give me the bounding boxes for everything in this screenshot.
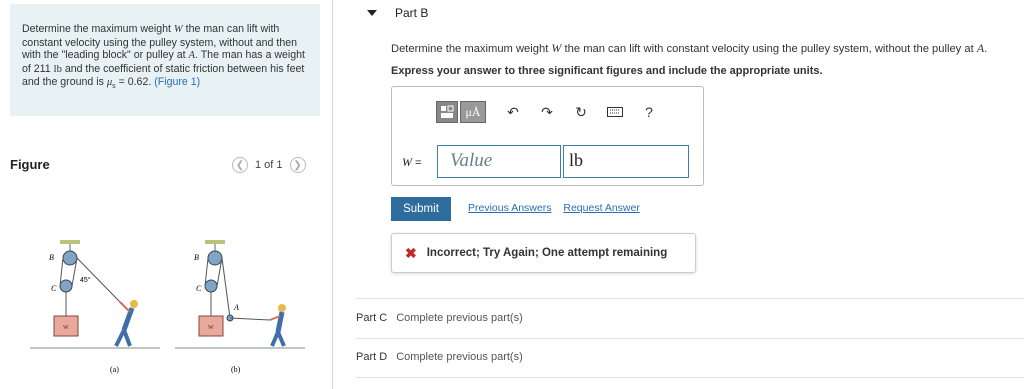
answer-label: W = bbox=[402, 155, 421, 170]
man-head-a bbox=[130, 300, 138, 308]
pulley-b-b bbox=[207, 250, 223, 266]
answer-eq: = bbox=[412, 157, 422, 169]
undo-icon[interactable]: ↶ bbox=[504, 104, 522, 121]
man-leg2-b bbox=[276, 331, 286, 347]
question-text: the man can lift with constant velocity … bbox=[561, 43, 977, 55]
part-b-question: Determine the maximum weight W the man c… bbox=[391, 41, 987, 56]
label-b-b: B bbox=[194, 253, 199, 262]
units-label: μÅ bbox=[465, 104, 481, 119]
right-panel: Part B Determine the maximum weight W th… bbox=[333, 0, 1024, 389]
feedback-text: Incorrect; Try Again; One attempt remain… bbox=[426, 247, 668, 259]
ceiling-mount-a bbox=[60, 240, 80, 244]
label-a-caption: (a) bbox=[110, 365, 119, 374]
incorrect-x-icon: ✖ bbox=[405, 244, 417, 261]
part-d-label: Part D bbox=[356, 351, 388, 363]
figure-b: W B C A (b) bbox=[194, 240, 286, 374]
templates-icon bbox=[441, 105, 454, 118]
figure-a: W B C 45° (a) bbox=[49, 240, 138, 374]
previous-answers-link[interactable]: Previous Answers bbox=[468, 202, 551, 214]
redo-icon[interactable]: ↷ bbox=[538, 104, 556, 121]
figure-pager: ❮ 1 of 1 ❯ bbox=[232, 157, 306, 173]
units-button[interactable]: μÅ bbox=[460, 101, 486, 123]
pulley-figure: W B C 45° (a) W B C A (b) bbox=[30, 240, 305, 374]
part-c-status: Complete previous part(s) bbox=[396, 312, 523, 324]
left-panel: Determine the maximum weight W the man c… bbox=[0, 0, 333, 389]
man-head-b bbox=[278, 304, 286, 312]
part-c-row[interactable]: Part C Complete previous part(s) bbox=[356, 312, 523, 324]
templates-button[interactable] bbox=[436, 101, 458, 123]
answer-box: μÅ ↶ ↷ ↻ ? W = Value lb bbox=[391, 86, 704, 186]
pager-text: 1 of 1 bbox=[255, 159, 283, 171]
question-text: Determine the maximum weight bbox=[391, 43, 552, 55]
part-d-row[interactable]: Part D Complete previous part(s) bbox=[356, 351, 523, 363]
label-a-b: A bbox=[233, 303, 239, 312]
figure-link[interactable]: (Figure 1) bbox=[154, 76, 200, 88]
part-b-title: Part B bbox=[395, 6, 429, 20]
ceiling-mount-b bbox=[205, 240, 225, 244]
chevron-left-icon: ❮ bbox=[235, 159, 245, 171]
rope-b4 bbox=[229, 317, 271, 321]
submit-button[interactable]: Submit bbox=[391, 197, 451, 221]
problem-text: Determine the maximum weight bbox=[22, 23, 174, 35]
man-leg2-a bbox=[122, 329, 132, 347]
label-c-b: C bbox=[196, 284, 202, 293]
request-answer-link[interactable]: Request Answer bbox=[563, 202, 639, 214]
collapse-triangle-icon bbox=[367, 10, 377, 16]
pulley-c-b bbox=[204, 279, 218, 293]
keyboard-icon[interactable] bbox=[606, 104, 624, 120]
man-arm-a bbox=[119, 301, 131, 313]
divider bbox=[355, 377, 1024, 378]
pulley-c-a bbox=[59, 279, 73, 293]
part-c-label: Part C bbox=[356, 312, 388, 324]
problem-statement: Determine the maximum weight W the man c… bbox=[10, 4, 320, 116]
answer-links: Previous Answers Request Answer bbox=[468, 202, 649, 214]
divider bbox=[355, 298, 1024, 299]
next-figure-button[interactable]: ❯ bbox=[289, 157, 306, 173]
label-b-a: B bbox=[49, 253, 54, 262]
divider bbox=[355, 338, 1024, 339]
part-d-status: Complete previous part(s) bbox=[396, 351, 523, 363]
label-w-a: W bbox=[63, 325, 69, 331]
reset-icon[interactable]: ↻ bbox=[572, 104, 590, 121]
feedback-box: ✖ Incorrect; Try Again; One attempt rema… bbox=[391, 233, 696, 273]
unit-input[interactable]: lb bbox=[563, 145, 689, 178]
instructions: Express your answer to three significant… bbox=[391, 65, 823, 77]
value-input[interactable]: Value bbox=[437, 145, 561, 178]
rope-b3 bbox=[221, 257, 231, 319]
question-var-w: W bbox=[551, 41, 562, 55]
figure-title: Figure bbox=[10, 157, 50, 172]
problem-text: = 0.62. bbox=[115, 76, 155, 88]
label-b-caption: (b) bbox=[231, 365, 241, 374]
part-b-header[interactable]: Part B bbox=[367, 6, 428, 20]
help-icon[interactable]: ? bbox=[640, 104, 658, 120]
math-toolbar: μÅ ↶ ↷ ↻ ? bbox=[436, 101, 658, 123]
pulley-b-a bbox=[62, 250, 78, 266]
question-text: . bbox=[984, 43, 988, 55]
var-w: W bbox=[173, 24, 183, 35]
chevron-right-icon: ❯ bbox=[293, 159, 302, 171]
unit-lb: lb bbox=[53, 63, 62, 75]
figure-header: Figure ❮ 1 of 1 ❯ bbox=[10, 157, 330, 177]
answer-var: W bbox=[402, 155, 412, 169]
label-angle: 45° bbox=[80, 276, 91, 284]
prev-figure-button[interactable]: ❮ bbox=[232, 157, 248, 173]
label-w-b: W bbox=[208, 325, 214, 331]
label-c-a: C bbox=[51, 284, 57, 293]
man-body-b bbox=[275, 311, 285, 333]
